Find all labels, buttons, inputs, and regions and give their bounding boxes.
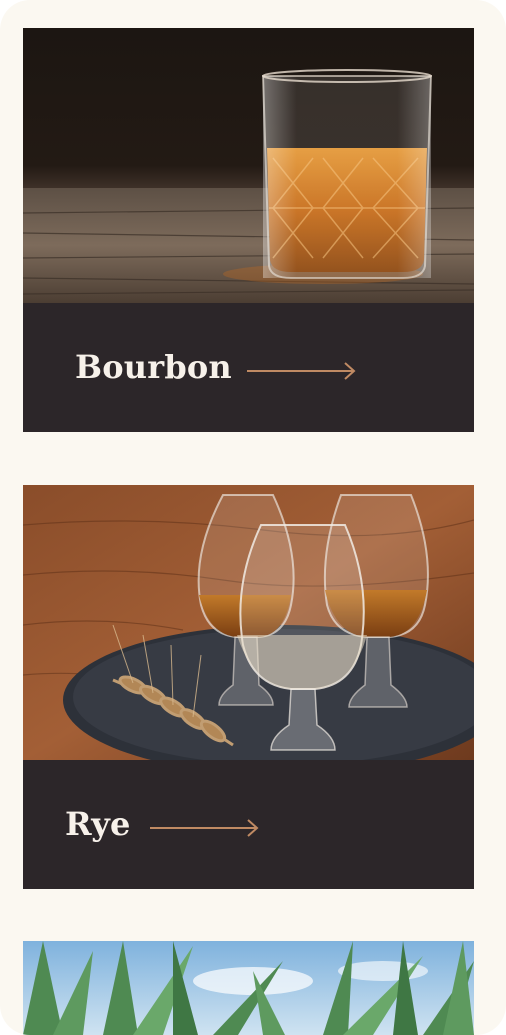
rye-image (23, 485, 474, 760)
arrow-right-icon (150, 818, 260, 838)
bourbon-footer: Bourbon (23, 303, 474, 432)
category-card-agave[interactable] (23, 941, 474, 1035)
arrow-right-icon (247, 361, 357, 381)
category-label: Rye (65, 805, 131, 843)
category-card-rye[interactable]: Rye (23, 485, 474, 889)
category-card-bourbon[interactable]: Bourbon (23, 28, 474, 432)
bourbon-image (23, 28, 474, 303)
category-list: Bourbon Rye (0, 0, 506, 1035)
category-label: Bourbon (75, 348, 232, 386)
agave-image (23, 941, 474, 1035)
rye-footer: Rye (23, 760, 474, 889)
